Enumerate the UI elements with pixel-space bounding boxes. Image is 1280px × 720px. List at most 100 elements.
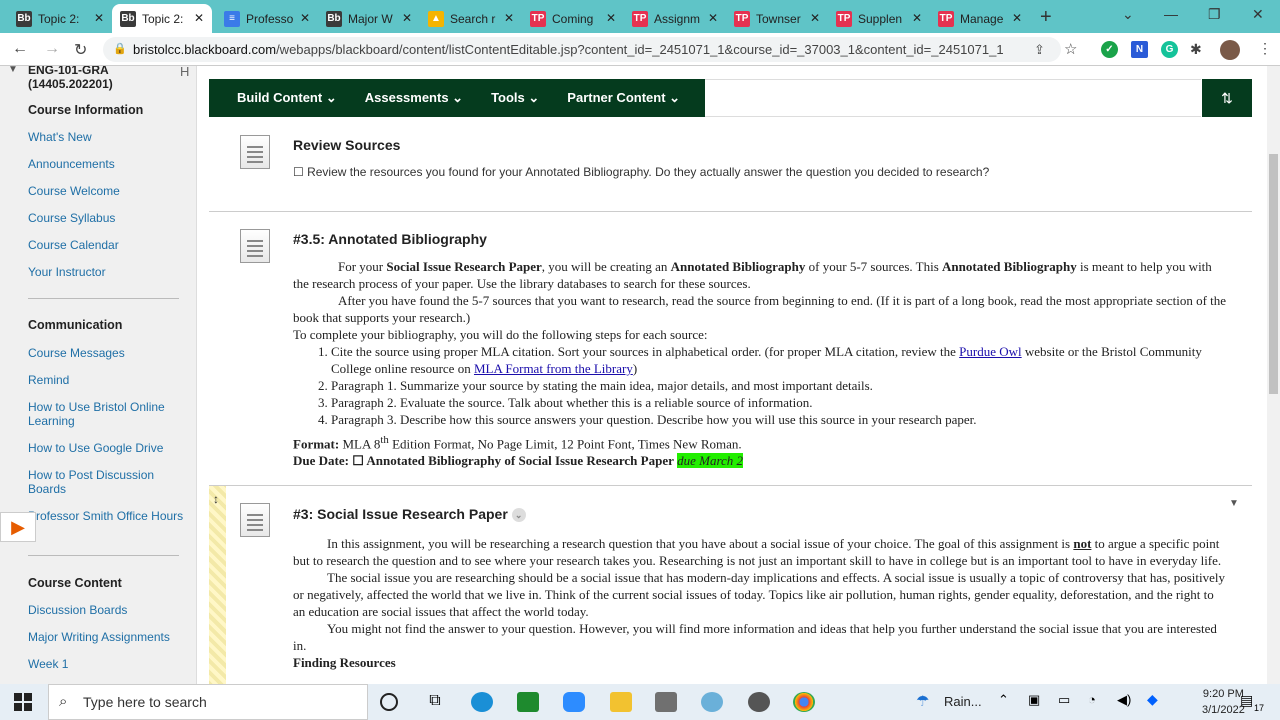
browser-tab[interactable]: TP Assignm ✕	[624, 4, 726, 33]
partner-content-menu[interactable]: Partner Content ⌄	[539, 90, 680, 106]
browser-tab[interactable]: ▲ Search r ✕	[420, 4, 522, 33]
item-title[interactable]: Review Sources	[293, 137, 400, 153]
sidebar-item-remind[interactable]: Remind	[28, 373, 188, 387]
sidebar-item-discussion-boards-howto[interactable]: How to Post Discussion Boards	[28, 468, 188, 496]
snipping-tool-icon[interactable]	[701, 692, 723, 712]
sidebar-item-how-to-use-bristol[interactable]: How to Use Bristol Online Learning	[28, 400, 188, 428]
close-tab-icon[interactable]: ✕	[504, 11, 514, 25]
close-window-button[interactable]: ✕	[1252, 6, 1264, 23]
windows-start-icon[interactable]	[14, 693, 32, 711]
reload-icon[interactable]: ↻	[74, 40, 87, 60]
extension-n-icon[interactable]: N	[1131, 41, 1148, 58]
back-icon[interactable]: ←	[12, 40, 28, 58]
maximize-button[interactable]: ❐	[1208, 6, 1221, 23]
close-tab-icon[interactable]: ✕	[402, 11, 412, 25]
close-tab-icon[interactable]: ✕	[1012, 11, 1022, 25]
browser-tab-active[interactable]: Bb Topic 2: ✕	[112, 4, 212, 33]
edge-icon[interactable]	[471, 692, 493, 712]
weather-label[interactable]: Rain...	[944, 694, 982, 709]
close-tab-icon[interactable]: ✕	[300, 11, 310, 25]
build-content-menu[interactable]: Build Content ⌄	[209, 90, 337, 106]
task-view-icon[interactable]: ⧉	[424, 692, 446, 712]
course-code[interactable]: ENG-101-GRA (14405.202201)	[28, 66, 148, 91]
sidebar-item-major-writing[interactable]: Major Writing Assignments	[28, 630, 188, 644]
item-title[interactable]: #3: Social Issue Research Paper ⌄	[293, 506, 526, 523]
battery-icon[interactable]: ▭	[1058, 692, 1070, 708]
close-tab-icon[interactable]: ✕	[606, 11, 616, 25]
tools-menu[interactable]: Tools ⌄	[463, 90, 539, 106]
close-tab-icon[interactable]: ✕	[810, 11, 820, 25]
volume-icon[interactable]: ◀)	[1117, 692, 1131, 708]
file-explorer-icon[interactable]	[610, 692, 632, 712]
media-play-icon[interactable]: ▶	[0, 512, 36, 542]
mla-format-link[interactable]: MLA Format from the Library	[474, 361, 633, 376]
sidebar-item-discussion-boards[interactable]: Discussion Boards	[28, 603, 188, 617]
close-tab-icon[interactable]: ✕	[94, 11, 104, 25]
collapse-arrow-icon[interactable]: ▼	[8, 66, 18, 75]
sidebar-item-announcements[interactable]: Announcements	[28, 157, 188, 171]
grammarly-icon[interactable]: G	[1161, 41, 1178, 58]
list-item: Cite the source using proper MLA citatio…	[331, 343, 1229, 377]
bookmark-star-icon[interactable]: ☆	[1064, 40, 1077, 58]
sidebar-item-office-hours[interactable]: Professor Smith Office Hours	[28, 509, 188, 523]
sidebar-item-google-drive[interactable]: How to Use Google Drive	[28, 441, 188, 455]
section-course-content[interactable]: Course Content	[28, 576, 122, 590]
section-course-information[interactable]: Course Information	[28, 103, 143, 117]
sidebar-item-whats-new[interactable]: What's New	[28, 130, 188, 144]
browser-tab[interactable]: Bb Major W ✕	[318, 4, 420, 33]
profile-avatar[interactable]	[1220, 40, 1240, 60]
dropbox-icon[interactable]: ◆	[1147, 691, 1158, 708]
browser-tab[interactable]: TP Supplen ✕	[828, 4, 930, 33]
tab-search-icon[interactable]: ⌄	[1122, 6, 1134, 23]
browser-tab[interactable]: TP Coming ✕	[522, 4, 624, 33]
tp-icon: TP	[632, 10, 648, 27]
new-tab-button[interactable]: +	[1040, 6, 1052, 29]
tray-icon[interactable]: ▣	[1028, 692, 1040, 708]
app-icon[interactable]	[748, 692, 770, 712]
collapse-item-icon[interactable]: ▼	[1229, 498, 1239, 509]
wifi-icon[interactable]: ◔	[1088, 692, 1096, 707]
cortana-icon[interactable]	[380, 693, 398, 711]
hide-menu-icon[interactable]: H	[180, 66, 189, 79]
browser-tab[interactable]: TP Manage ✕	[930, 4, 1030, 33]
blackboard-icon: Bb	[326, 10, 342, 27]
browser-menu-icon[interactable]: ⋮	[1258, 40, 1272, 57]
sidebar-item-course-messages[interactable]: Course Messages	[28, 346, 188, 360]
chevron-up-icon[interactable]: ⌃	[998, 692, 1009, 708]
chrome-icon[interactable]	[793, 692, 815, 712]
close-tab-icon[interactable]: ✕	[708, 11, 718, 25]
sidebar-item-course-welcome[interactable]: Course Welcome	[28, 184, 188, 198]
calculator-icon[interactable]	[655, 692, 677, 712]
item-options-icon[interactable]: ⌄	[511, 508, 526, 523]
share-icon[interactable]: ⇪	[1034, 42, 1045, 58]
content-item-review-sources: Review Sources ☐ Review the resources yo…	[209, 118, 1252, 212]
page-scrollbar[interactable]	[1267, 66, 1280, 684]
zoom-icon[interactable]	[563, 692, 585, 712]
weather-icon[interactable]: ☂	[916, 692, 929, 710]
forward-icon[interactable]: →	[44, 40, 60, 58]
section-communication[interactable]: Communication	[28, 318, 122, 332]
close-tab-icon[interactable]: ✕	[194, 11, 204, 25]
section-heading: Finding Resources	[293, 655, 396, 670]
browser-tab[interactable]: TP Townser ✕	[726, 4, 828, 33]
sidebar-item-your-instructor[interactable]: Your Instructor	[28, 265, 188, 279]
url-bar[interactable]: 🔒 bristolcc.blackboard.com/webapps/black…	[103, 37, 1061, 62]
sidebar-item-week-1[interactable]: Week 1	[28, 657, 188, 671]
taskbar-search-input[interactable]: ⌕ Type here to search	[48, 684, 368, 720]
purdue-owl-link[interactable]: Purdue Owl	[959, 344, 1021, 359]
extensions-puzzle-icon[interactable]: ✱	[1190, 41, 1202, 58]
assessments-menu[interactable]: Assessments ⌄	[337, 90, 463, 106]
sidebar-item-course-calendar[interactable]: Course Calendar	[28, 238, 188, 252]
extension-check-icon[interactable]: ✓	[1101, 41, 1118, 58]
reorder-icon[interactable]: ⇅	[1202, 79, 1252, 117]
minimize-button[interactable]: —	[1164, 6, 1178, 22]
item-title[interactable]: #3.5: Annotated Bibliography	[293, 231, 487, 247]
app-icon[interactable]	[517, 692, 539, 712]
browser-tab[interactable]: ≡ Professo ✕	[216, 4, 318, 33]
browser-tab[interactable]: Bb Topic 2: ✕	[8, 4, 112, 33]
scrollbar-thumb[interactable]	[1269, 154, 1278, 394]
close-tab-icon[interactable]: ✕	[912, 11, 922, 25]
taskbar-clock[interactable]: 9:20 PM 3/1/2022	[1202, 686, 1245, 718]
sidebar-item-course-syllabus[interactable]: Course Syllabus	[28, 211, 188, 225]
notifications-icon[interactable]: ▤	[1240, 692, 1253, 709]
